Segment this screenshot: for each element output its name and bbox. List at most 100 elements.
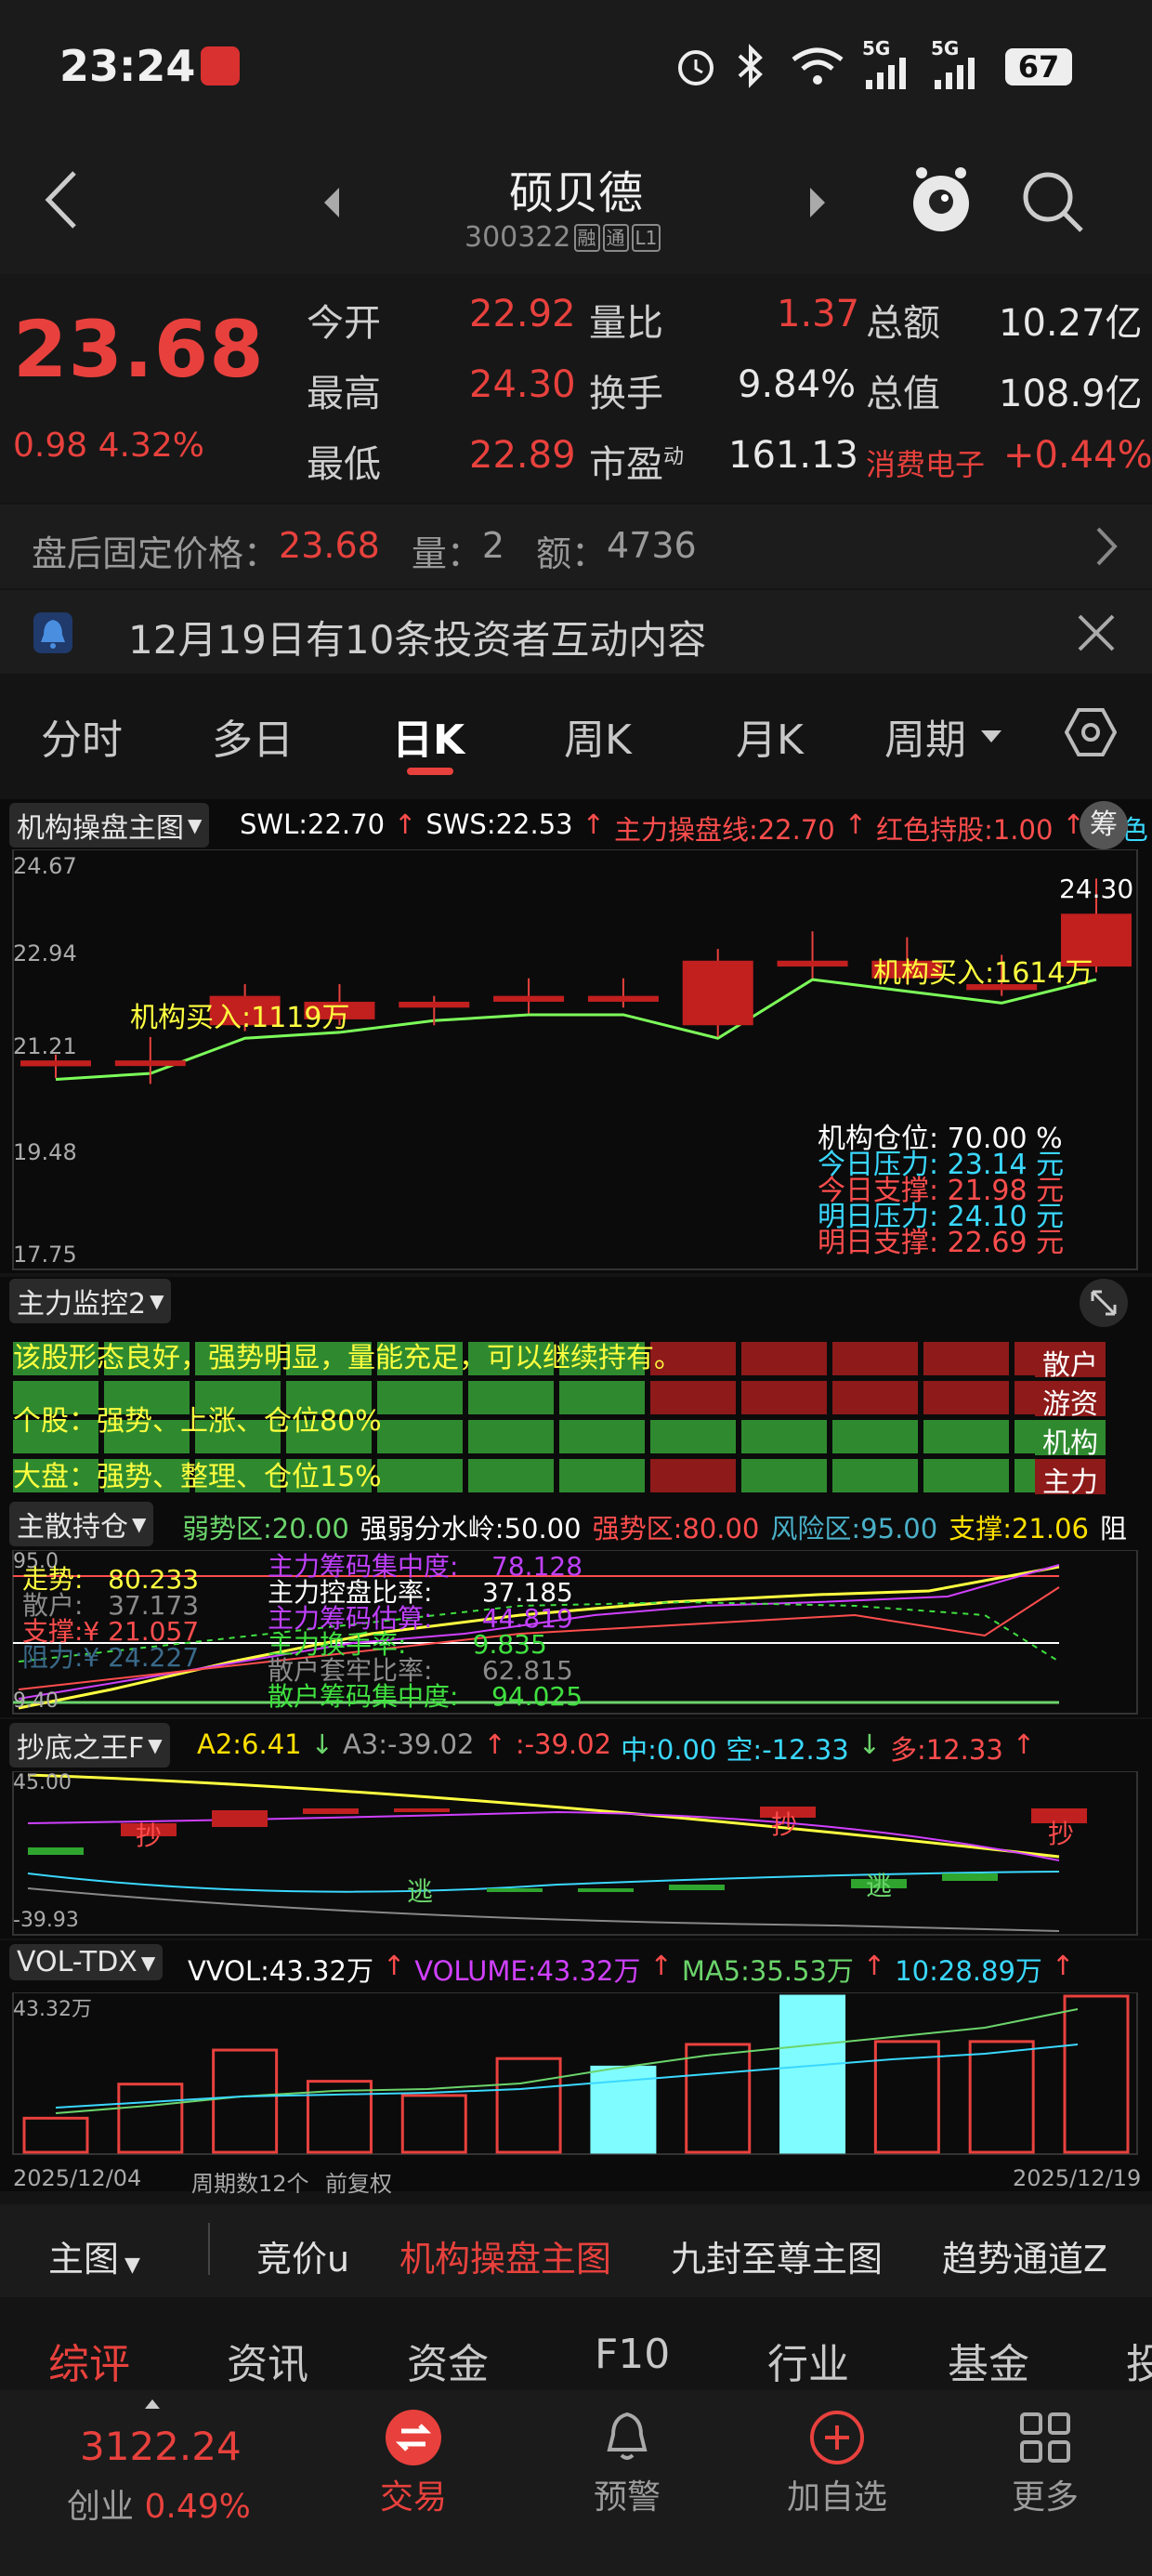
expand-icon[interactable] xyxy=(1078,1277,1130,1329)
sector-change[interactable]: +0.44% xyxy=(1003,434,1152,477)
monitor-cell xyxy=(559,1420,645,1453)
index-name: 创业 xyxy=(67,2488,135,2526)
tab-intraday[interactable]: 分时 xyxy=(41,706,123,766)
after-hours-bar[interactable]: 盘后固定价格： 23.68 量： 2 额： 4736 xyxy=(0,505,1152,588)
main-indicator-label: 机构操盘主图 xyxy=(17,812,184,845)
low-label: 最低 xyxy=(307,443,381,486)
grey-line xyxy=(27,1887,1060,1932)
quote-panel: 23.68 0.98 4.32% 今开 22.92 量比 1.37 总额 10.… xyxy=(0,274,1152,502)
bottom-pick-dropdown[interactable]: 抄底之王F ▼ xyxy=(9,1723,170,1768)
signal-bar xyxy=(28,1847,84,1855)
volume-bar xyxy=(117,2083,184,2154)
signal-bar xyxy=(212,1810,268,1827)
volume-indicator-dropdown[interactable]: VOL-TDX ▼ xyxy=(9,1944,164,1980)
arrow-up-icon: ↑ xyxy=(844,808,868,840)
price-change-value: 0.98 xyxy=(13,427,88,465)
volume-legend: VVOL:43.32万 ↑ VOLUME:43.32万 ↑ MA5:35.53万 ↑ … xyxy=(188,1950,1074,1989)
bottom-pick-panel[interactable]: 抄底之王F ▼ A2:6.41 ↓ A3:-39.02 ↑ :-39.02 中:0.0… xyxy=(0,1719,1152,1939)
monitor-cell xyxy=(741,1342,827,1375)
tool-trend-channel[interactable]: 趋势通道Z xyxy=(942,2230,1107,2281)
arrow-up-icon: ↑ xyxy=(1051,1950,1075,1981)
monitor-cell xyxy=(650,1381,736,1414)
tab-period[interactable]: 周期 xyxy=(884,706,966,766)
volume-bar xyxy=(685,2043,752,2154)
turnover-rate-label: 换手 xyxy=(589,373,663,415)
settings-hexagon-icon[interactable] xyxy=(1065,706,1117,758)
y-tick-4: 19.48 xyxy=(13,1139,77,1165)
main-chart-selector[interactable]: 主图 ▼ xyxy=(48,2230,140,2281)
chip-distribution-button[interactable]: 筹 xyxy=(1080,801,1128,849)
close-icon[interactable] xyxy=(1076,612,1117,653)
tab-news[interactable]: 资讯 xyxy=(227,2331,308,2390)
bluetooth-icon xyxy=(738,44,763,88)
nav-more[interactable]: 更多 xyxy=(985,2409,1106,2518)
tool-jiufeng[interactable]: 九封至尊主图 xyxy=(671,2230,883,2281)
legend-volume: VOLUME:43.32万 xyxy=(414,1955,641,1987)
monitor-cell xyxy=(923,1420,1009,1453)
tab-weekly-k[interactable]: 周K xyxy=(564,706,632,766)
holdings-indicator-dropdown[interactable]: 主散持仓 ▼ xyxy=(9,1502,154,1546)
sector-label[interactable]: 消费电子 xyxy=(866,441,985,484)
tab-monthly-k[interactable]: 月K xyxy=(736,706,804,766)
retail-label: 散户 xyxy=(1035,1342,1106,1382)
tool-institution[interactable]: 机构操盘主图 xyxy=(399,2230,611,2281)
search-icon[interactable] xyxy=(1020,169,1087,236)
row-label: 阻力:¥ xyxy=(22,1642,100,1673)
main-chart-panel[interactable]: 机构操盘主图 ▼ SWL:22.70 ↑ SWS:22.53 ↑ 主力操盘线:22.7… xyxy=(0,799,1152,1273)
mid-row: 主力筹码集中度: 78.128 xyxy=(268,1554,583,1580)
buy-mark-2: 抄 xyxy=(771,1809,798,1840)
investor-notice-bar[interactable]: 12月19日有10条投资者互动内容 xyxy=(0,590,1152,674)
tab-fund[interactable]: 基金 xyxy=(948,2331,1029,2390)
monitor-indicator-dropdown[interactable]: 主力监控2 ▼ xyxy=(9,1279,172,1323)
end-date-label: 2025/12/19 xyxy=(1013,2165,1142,2191)
next-stock-icon[interactable] xyxy=(806,184,829,221)
mascot-icon[interactable] xyxy=(909,162,974,238)
main-indicator-dropdown[interactable]: 机构操盘主图 ▼ xyxy=(9,803,210,848)
main-chart-selector-label: 主图 xyxy=(48,2239,120,2280)
index-value[interactable]: 3122.24 xyxy=(80,2424,242,2469)
nav-alert-label: 预警 xyxy=(593,2478,661,2517)
add-circle-icon xyxy=(810,2411,864,2464)
support-row: 支撑:¥ 21.057 xyxy=(22,1619,199,1645)
monitor-cell xyxy=(923,1381,1009,1414)
legend-a3: A3:-39.02 xyxy=(342,1728,475,1760)
notice-text: 12月19日有10条投资者互动内容 xyxy=(128,617,707,663)
back-icon[interactable] xyxy=(37,167,84,232)
period-tabs: 分时 多日 日K 周K 月K 周期 xyxy=(0,678,1152,781)
tab-active-indicator xyxy=(407,768,453,775)
info-row: 明日支撑: 22.69 元 xyxy=(818,1229,1064,1257)
tab-funds[interactable]: 资金 xyxy=(407,2331,489,2390)
tool-auction[interactable]: 竞价u xyxy=(256,2230,349,2281)
nav-alert[interactable]: 预警 xyxy=(567,2409,687,2518)
arrow-up-icon: ↑ xyxy=(382,1950,406,1981)
arrow-up-icon: ↑ xyxy=(483,1728,506,1760)
dropdown-caret-icon: ▼ xyxy=(148,1734,163,1756)
nav-add-watch[interactable]: 加自选 xyxy=(777,2409,897,2518)
candle-body xyxy=(20,1060,91,1067)
volume-bar xyxy=(400,2094,467,2154)
legend-red-hold: 红色持股:1.00 xyxy=(876,814,1054,846)
pe-value: 161.13 xyxy=(728,434,858,477)
tab-more-partial[interactable]: 投 xyxy=(1126,2331,1152,2390)
prev-stock-icon[interactable] xyxy=(321,184,343,221)
y-tick-1: 24.67 xyxy=(13,853,77,879)
monitor-cell xyxy=(377,1381,463,1414)
volume-panel[interactable]: VOL-TDX ▼ VVOL:43.32万 ↑ VOLUME:43.32万 ↑ MA5… xyxy=(0,1940,1152,2197)
signal-icon-1 xyxy=(866,58,906,89)
monitor-cell xyxy=(832,1459,918,1492)
bottom-pick-label: 抄底之王F xyxy=(17,1732,145,1765)
y-top-label: 45.00 xyxy=(13,1771,72,1794)
signal-bar xyxy=(394,1808,450,1812)
open-label: 今开 xyxy=(307,302,381,345)
tab-industry[interactable]: 行业 xyxy=(767,2331,849,2390)
battery-icon: 67 xyxy=(1005,48,1072,85)
tab-multi-day[interactable]: 多日 xyxy=(212,706,294,766)
holdings-panel[interactable]: 主散持仓 ▼ 弱势区:20.00 强弱分水岭:50.00 强势区:80.00 风险… xyxy=(0,1498,1152,1717)
main-monitor-panel[interactable]: 主力监控2 ▼ 该股形态良好，强势明显，量能充足，可以继续持有。 个股：强势、上涨… xyxy=(0,1277,1152,1500)
nav-trade[interactable]: 交易 xyxy=(353,2409,474,2518)
stock-code: 300322 xyxy=(465,221,571,254)
index-info[interactable]: 创业 0.49% xyxy=(67,2479,251,2528)
tab-overview[interactable]: 综评 xyxy=(48,2331,130,2390)
tab-f10[interactable]: F10 xyxy=(595,2331,670,2378)
tab-daily-k[interactable]: 日K xyxy=(392,706,465,766)
